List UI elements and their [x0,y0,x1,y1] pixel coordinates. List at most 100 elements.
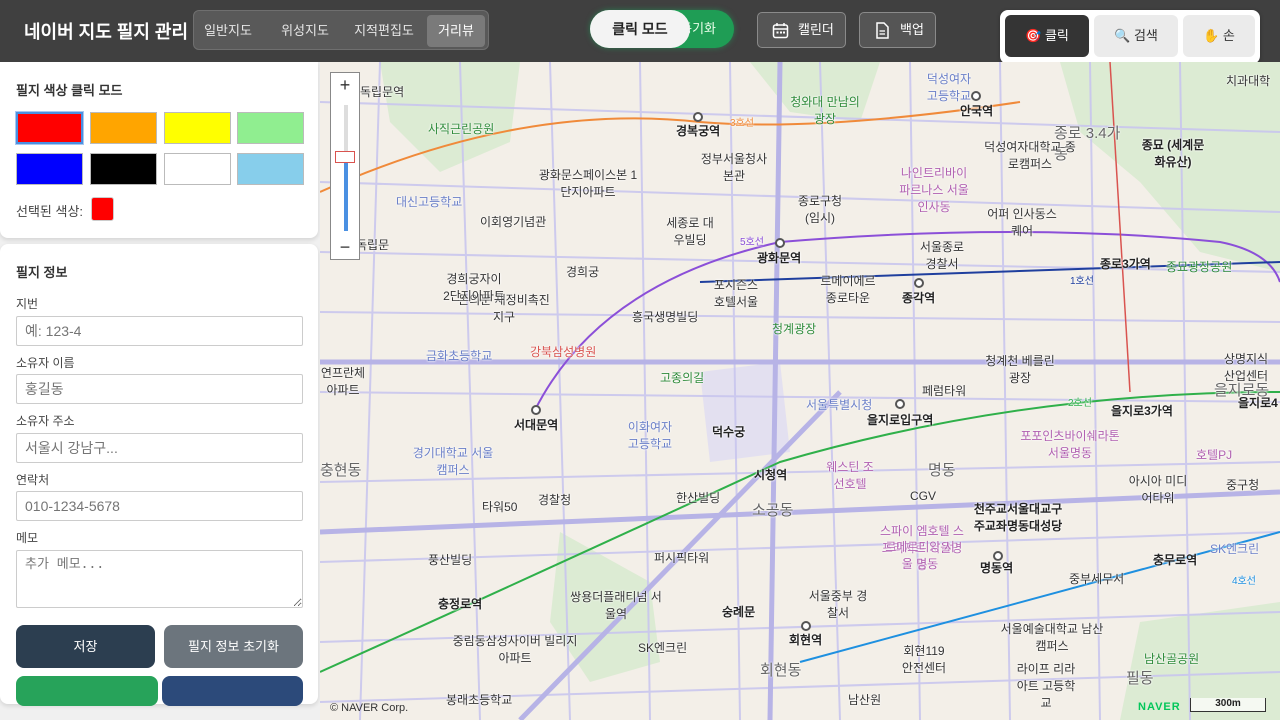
map-label[interactable]: 포시즌스 호텔서울 [712,276,760,310]
zoom-in-button[interactable]: + [331,73,359,97]
map-label[interactable]: 충무로역 [1153,551,1197,568]
tool-hand-button[interactable]: ✋ 손 [1183,15,1255,57]
map-label[interactable]: 웨스틴 조선호텔 [825,458,875,492]
map-label[interactable]: 중부세무서 [1069,570,1124,587]
lot-number-input[interactable] [16,316,303,346]
swatch-skyblue[interactable] [237,153,304,185]
map-label[interactable]: 서울중부 경찰서 [806,587,870,621]
tool-click-button[interactable]: 🎯 클릭 [1005,15,1089,57]
map-label[interactable]: 경희궁자이 2단지아파트 [442,270,506,304]
map-label[interactable]: 광화문스페이스본 1단지아파트 [538,166,638,200]
map-label[interactable]: 대신고등학교 [396,193,462,210]
map-label[interactable]: 이회영기념관 [480,213,546,230]
map-label[interactable]: 종묘 (세계문화유산) [1138,136,1208,170]
map-label[interactable]: 중림동삼성사이버 빌리지아파트 [450,632,580,666]
swatch-white[interactable] [164,153,231,185]
tab-satellite-map[interactable]: 위성지도 [270,15,340,47]
map-label[interactable]: 청계광장 [772,320,816,337]
map-label[interactable]: 천주교서울대교구 주교좌명동대성당 [972,500,1064,534]
map-label[interactable]: 서울종로 경찰서 [916,238,968,272]
map-label[interactable]: 필동 [1126,667,1154,688]
map-label[interactable]: 르메이에르 종로타운 [816,272,880,306]
reset-parcel-button[interactable]: 필지 정보 초기화 [164,625,303,668]
map-label[interactable]: 남산원 [848,691,881,708]
map-label[interactable]: 충현동 [320,459,361,480]
map-label[interactable]: 사직근린공원 [428,120,494,137]
naver-logo[interactable]: NAVER [1138,701,1181,713]
map-label[interactable]: 한산빌딩 [676,489,720,506]
map-label[interactable]: 봉래초등학교 [446,691,512,708]
map-label[interactable]: 고종의길 [660,369,704,386]
map-label[interactable]: 타워50 [482,498,517,515]
map-label[interactable]: 세종로 대우빌딩 [666,214,714,248]
mode-toggle[interactable]: 동기화 클릭 모드 [590,10,734,48]
swatch-yellow[interactable] [164,112,231,144]
map-label[interactable]: SK엔크린 [1210,540,1259,557]
map-label[interactable]: 을지로3가역 [1111,402,1173,419]
map-label[interactable]: 쌍용더플래티넘 서울역 [566,588,666,622]
map-label[interactable]: 어퍼 인사동스퀘어 [982,205,1062,239]
map-label[interactable]: 청와대 만남의광장 [790,93,860,127]
map-label[interactable]: 퍼시픽타워 [654,549,709,566]
map-label[interactable]: 상명지식 산업센터 [1218,350,1274,384]
map-label[interactable]: SK엔크린 [638,639,687,656]
tab-normal-map[interactable]: 일반지도 [196,15,260,47]
swatch-red[interactable] [16,112,83,144]
map-label[interactable]: 덕수궁 [712,423,745,440]
extra-green-button[interactable] [16,676,158,706]
swatch-black[interactable] [90,153,157,185]
map-label[interactable]: 남산골공원 [1144,650,1199,667]
map-label[interactable]: 나인트리바이 파르나스 서울 인사동 [894,164,974,215]
map-label[interactable]: 숭례문 [722,603,755,620]
map-label[interactable]: 종묘광장공원 [1166,258,1232,275]
map-label[interactable]: 종각역 [902,289,935,306]
map-label[interactable]: 덕성여자대학교 종로캠퍼스 [980,138,1080,172]
map-label[interactable]: 흥국생명빌딩 [632,308,698,325]
swatch-orange[interactable] [90,112,157,144]
owner-name-input[interactable] [16,374,303,404]
memo-textarea[interactable] [16,550,303,608]
map-label[interactable]: 르메르디앙 서울 명동 [880,538,960,572]
map-label[interactable]: 치과대학 [1226,72,1270,89]
map-label[interactable]: 포포인츠바이쉐라톤 서울명동 [1020,427,1120,461]
map-label[interactable]: 정부서울청사 본관 [698,150,770,184]
map-label[interactable]: 덕성여자 고등학교 [924,70,974,104]
save-button[interactable]: 저장 [16,625,155,668]
map-label[interactable]: 광화문역 [757,249,801,266]
map-label[interactable]: 호텔PJ [1196,446,1232,463]
map-label[interactable]: 이화여자 고등학교 [624,418,676,452]
map-label[interactable]: 청계천 베를린광장 [984,352,1056,386]
extra-blue-button[interactable] [162,676,303,706]
map-label[interactable]: 충정로역 [438,595,482,612]
map-label[interactable]: 경기대학교 서울캠퍼스 [408,444,498,478]
tab-street-view[interactable]: 거리뷰 [427,15,485,47]
map-label[interactable]: 경찰청 [538,491,571,508]
map-view[interactable]: 경복궁역 안국역 광화문역 종각역 종로3가역 서대문역 시청역 을지로입구역 … [320,62,1280,720]
map-label[interactable]: 페럼타워 [922,382,966,399]
map-label[interactable]: 회현역 [789,631,822,648]
tool-search-button[interactable]: 🔍 검색 [1094,15,1178,57]
map-label[interactable]: 중구청 [1226,476,1259,493]
map-label[interactable]: 서대문역 [514,416,558,433]
map-label[interactable]: 독립문역 [360,83,404,100]
map-label[interactable]: CGV [910,489,936,503]
zoom-slider-handle[interactable] [335,151,355,163]
map-label[interactable]: 소공동 [752,499,793,520]
map-label[interactable]: 라이프 리라아트 고등학교 [1016,660,1076,711]
map-label[interactable]: 연프란체 아파트 [320,364,366,398]
map-label[interactable]: 경희궁 [566,263,599,280]
zoom-out-button[interactable]: − [331,235,359,259]
map-label[interactable]: 회현동 [760,659,801,680]
tab-cadastral-map[interactable]: 지적편집도 [344,15,424,47]
contact-input[interactable] [16,491,303,521]
swatch-blue[interactable] [16,153,83,185]
map-label[interactable]: 명동 [928,459,956,480]
swatch-lightgreen[interactable] [237,112,304,144]
calendar-button[interactable]: 캘린더 [757,12,846,48]
map-label[interactable]: 안국역 [960,102,993,119]
map-label[interactable]: 아시아 미디어타워 [1126,472,1190,506]
map-label[interactable]: 을지로입구역 [867,411,933,428]
map-label[interactable]: 풍산빌딩 [428,551,472,568]
map-label[interactable]: 경복궁역 [676,122,720,139]
map-label[interactable]: 금화초등학교 [426,347,492,364]
